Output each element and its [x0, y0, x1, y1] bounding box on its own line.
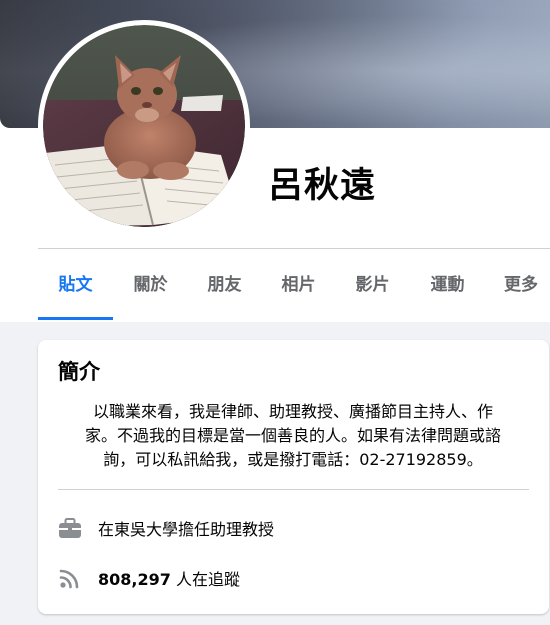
tab-videos-label: 影片	[355, 275, 390, 295]
tab-more-label: 更多	[504, 275, 538, 295]
bio-line: 詢，可以私訊給我，或是撥打電話：02-27192859。	[103, 450, 483, 469]
tab-photos[interactable]: 相片	[271, 250, 326, 320]
followers-info-row[interactable]: 808,297 人在追蹤	[58, 566, 240, 590]
intro-divider	[58, 489, 529, 490]
followers-count: 808,297	[98, 570, 171, 589]
header-divider	[38, 248, 550, 249]
work-info-text: 在東吳大學擔任助理教授	[98, 520, 275, 539]
rss-icon	[59, 569, 79, 589]
tab-friends[interactable]: 朋友	[197, 250, 252, 320]
followers-label: 人在追蹤	[175, 570, 240, 589]
tab-about[interactable]: 關於	[123, 250, 178, 320]
briefcase-icon	[59, 518, 81, 538]
profile-page: 呂秋遠 貼文 關於 朋友 相片 影片 運動 更多 簡介 以職業來看，我是律師、助…	[0, 0, 550, 625]
followers-text: 808,297 人在追蹤	[98, 566, 240, 590]
tab-posts[interactable]: 貼文	[38, 250, 113, 320]
tab-friends-label: 朋友	[207, 275, 242, 295]
tab-posts-label: 貼文	[58, 275, 93, 295]
tab-about-label: 關於	[133, 275, 168, 295]
tab-active-indicator	[38, 317, 113, 320]
profile-avatar[interactable]	[38, 20, 250, 232]
bio-line: 以職業來看，我是律師、助理教授、廣播節目主持人、作	[92, 402, 493, 421]
tab-sports-label: 運動	[430, 275, 465, 295]
cat-on-book-photo	[43, 25, 245, 227]
intro-bio: 以職業來看，我是律師、助理教授、廣播節目主持人、作 家。不過我的目標是當一個善良…	[54, 400, 532, 472]
tab-sports[interactable]: 運動	[420, 250, 475, 320]
profile-name: 呂秋遠	[268, 166, 377, 206]
work-info-row: 在東吳大學擔任助理教授	[58, 516, 274, 540]
intro-card: 簡介 以職業來看，我是律師、助理教授、廣播節目主持人、作 家。不過我的目標是當一…	[38, 340, 549, 614]
intro-title: 簡介	[58, 360, 100, 384]
bio-line: 家。不過我的目標是當一個善良的人。如果有法律問題或諮	[84, 426, 501, 445]
tab-more[interactable]: 更多	[494, 250, 550, 320]
tab-videos[interactable]: 影片	[345, 250, 400, 320]
profile-tabs: 貼文 關於 朋友 相片 影片 運動 更多	[38, 250, 550, 320]
tab-photos-label: 相片	[281, 275, 316, 295]
